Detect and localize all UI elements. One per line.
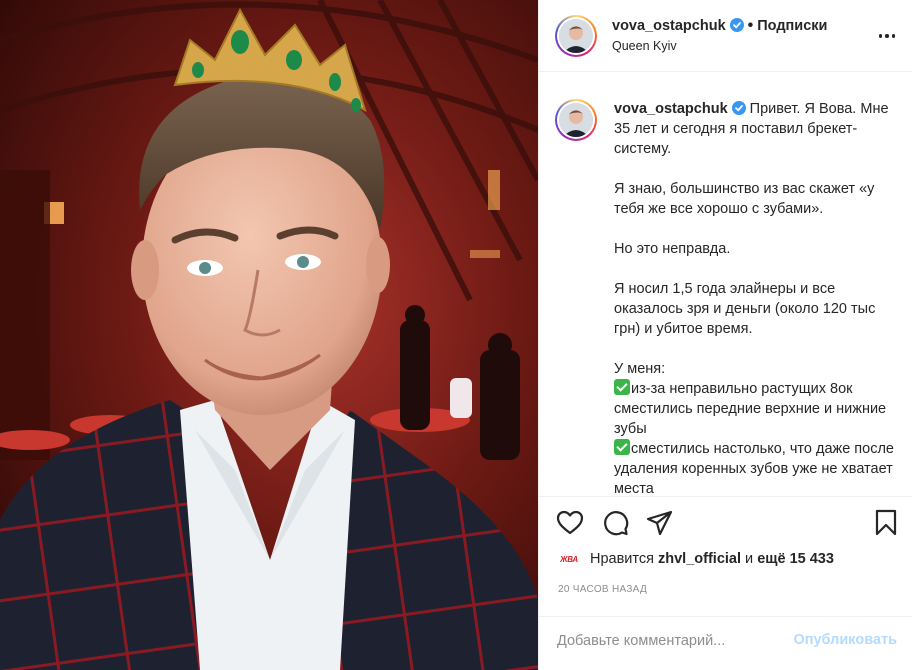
caption-paragraph: Но это неправда. [614, 241, 731, 257]
caption-list-item: сместились настолько, что даже после уда… [614, 439, 894, 496]
caption-scroll-area[interactable]: vova_ostapchuk Привет. Я Вова. Мне 35 ле… [539, 72, 912, 496]
comment-input[interactable] [557, 633, 787, 653]
selfie-image [0, 0, 538, 670]
separator-dot: • [747, 17, 754, 34]
author-avatar[interactable] [555, 15, 597, 57]
post-photo[interactable] [0, 0, 538, 670]
paper-plane-icon[interactable] [646, 509, 674, 537]
liker-username-link[interactable]: zhvl_official [658, 551, 741, 567]
post-actions: ЖВА Нравится zhvl_official и ещё 15 433 … [539, 496, 912, 616]
post-timestamp[interactable]: 20 часов назад [558, 584, 647, 595]
likes-prefix: Нравится [590, 551, 654, 567]
comment-icon[interactable] [601, 509, 629, 537]
verified-badge-icon [731, 101, 746, 115]
liker-avatar[interactable]: ЖВА [558, 551, 580, 567]
publish-comment-button[interactable]: Опубликовать [793, 632, 897, 648]
post-details-panel: vova_ostapchuk • Подписки Queen Kyiv vova_… [538, 0, 912, 670]
check-mark-icon [614, 439, 630, 455]
author-username-link[interactable]: vova_ostapchuk [612, 18, 726, 34]
caption-author-avatar[interactable] [555, 99, 597, 141]
caption-paragraph: Я носил 1,5 года элайнеры и все оказалос… [614, 281, 876, 337]
location-link[interactable]: Queen Kyiv [612, 39, 677, 53]
add-comment-bar: Опубликовать [539, 616, 912, 670]
likes-and: и [745, 551, 754, 567]
verified-badge-icon [729, 18, 744, 32]
caption-username-link[interactable]: vova_ostapchuk [614, 101, 728, 117]
likes-summary: ЖВА Нравится zhvl_official и ещё 15 433 [558, 551, 834, 567]
post-caption: vova_ostapchuk Привет. Я Вова. Мне 35 ле… [614, 99, 894, 496]
more-options-icon[interactable] [877, 26, 897, 46]
following-button[interactable]: Подписки [757, 18, 827, 34]
heart-icon[interactable] [556, 509, 584, 537]
caption-list-title: У меня: [614, 361, 666, 377]
other-likes-link[interactable]: ещё 15 433 [757, 551, 834, 567]
bookmark-icon[interactable] [872, 509, 900, 537]
caption-paragraph: Я знаю, большинство из вас скажет «у теб… [614, 181, 875, 217]
post-header: vova_ostapchuk • Подписки Queen Kyiv [539, 0, 912, 72]
check-mark-icon [614, 379, 630, 395]
caption-list-item: из-за неправильно растущих 8ок сместилис… [614, 379, 887, 437]
